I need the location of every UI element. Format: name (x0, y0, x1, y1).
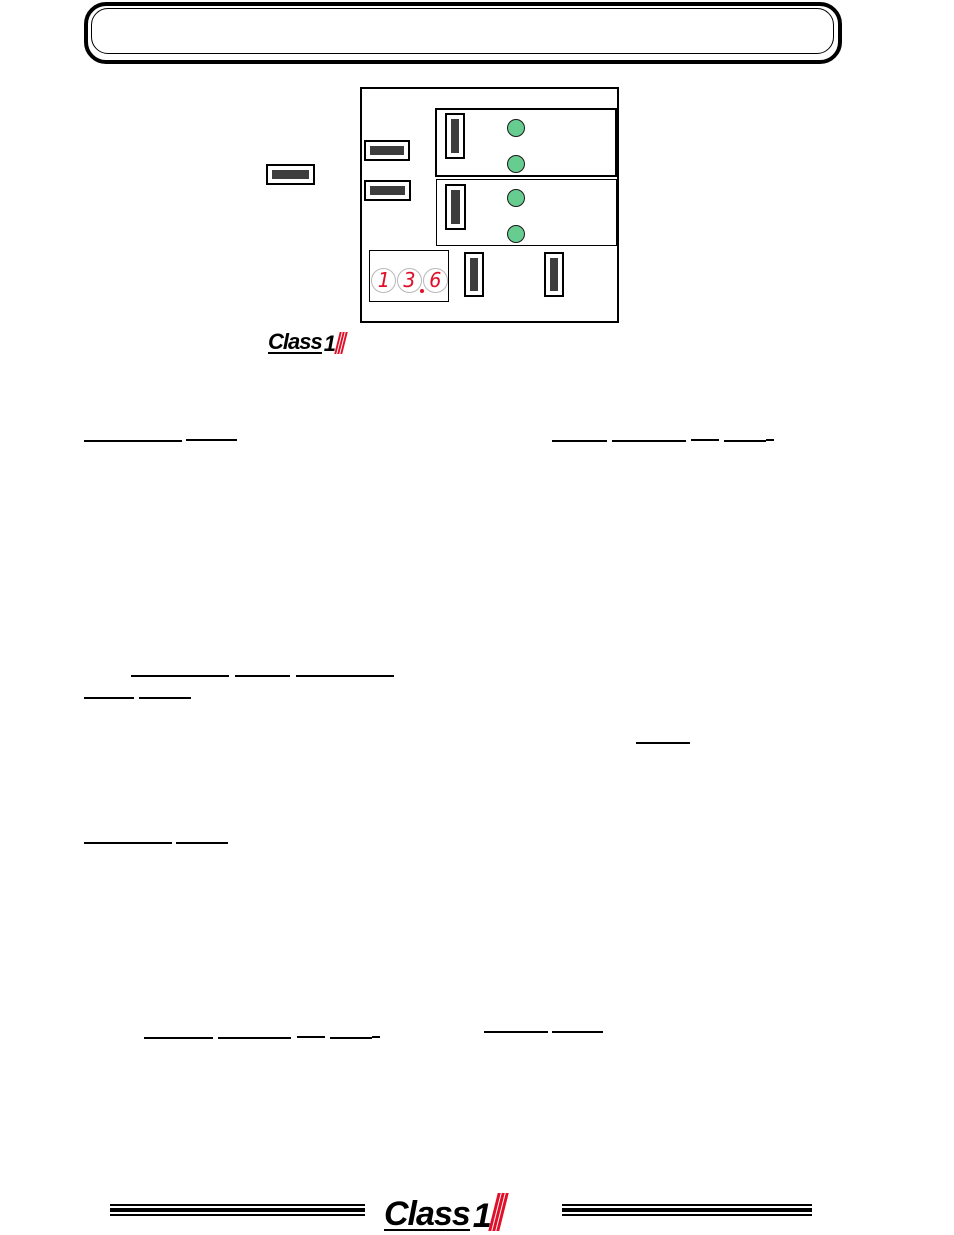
panel-toggle-switch-3[interactable] (464, 252, 484, 297)
blank-underline (218, 1037, 291, 1039)
blank-underline (552, 440, 607, 442)
panel-toggle-switch-4[interactable] (544, 252, 564, 297)
blank-underline (131, 675, 229, 677)
blank-underline (691, 439, 719, 441)
blank-underline (186, 439, 237, 441)
blank-underline (612, 440, 686, 442)
blank-underline (484, 1031, 548, 1033)
header-title-box (91, 8, 834, 54)
blank-underline (636, 742, 690, 744)
blank-underline (235, 675, 290, 677)
display-digit-1: 1 (371, 268, 396, 293)
footer-rule-left (110, 1208, 365, 1212)
switch-bar (451, 190, 460, 224)
blank-underline (552, 1031, 603, 1033)
panel-rocker-switch-1[interactable] (364, 140, 410, 161)
switch-bar (550, 258, 558, 291)
blank-underline (724, 440, 766, 442)
blank-underline (176, 842, 228, 844)
footer-logo-wordmark: Class (384, 1195, 471, 1233)
switch-bar (370, 186, 405, 195)
blank-underline (84, 842, 172, 844)
blank-underline (84, 697, 134, 699)
panel-rocker-switch-2[interactable] (364, 180, 411, 201)
footer-rule-left-thin (110, 1214, 365, 1216)
switch-bar (370, 146, 404, 155)
blank-underline (144, 1037, 213, 1039)
display-digit-2: 3 (397, 268, 422, 293)
footer-rule-right-top (562, 1204, 812, 1206)
logo-stripes (333, 332, 348, 354)
digital-voltage-display: 1 3 6 (369, 250, 449, 302)
blank-underline (296, 675, 394, 677)
upper-group-indicator-led-1 (507, 119, 525, 137)
switch-bar (272, 170, 309, 179)
blank-underline (84, 440, 182, 442)
switch-bar (451, 119, 459, 153)
footer-rule-left-top (110, 1204, 365, 1206)
lower-group-toggle-switch[interactable] (445, 184, 466, 230)
lower-group-indicator-led-1 (507, 189, 525, 207)
class1-logo-small: Class 1 (268, 329, 348, 355)
upper-group-toggle-switch[interactable] (445, 113, 465, 159)
footer-rule-right (562, 1208, 812, 1212)
lower-group-indicator-led-2 (507, 225, 525, 243)
blank-underline (139, 697, 191, 699)
switch-bar (470, 258, 478, 291)
blank-underline (766, 439, 774, 441)
footer-rule-right-thin (562, 1214, 812, 1216)
class1-logo-footer: Class 1 (384, 1193, 509, 1233)
upper-group-indicator-led-2 (507, 155, 525, 173)
blank-underline (297, 1036, 325, 1038)
standalone-rocker-switch[interactable] (266, 164, 315, 185)
logo-wordmark: Class (268, 329, 323, 354)
blank-underline (330, 1037, 372, 1039)
blank-underline (372, 1036, 380, 1038)
display-decimal-point (420, 289, 424, 293)
display-digit-3: 6 (423, 268, 448, 293)
